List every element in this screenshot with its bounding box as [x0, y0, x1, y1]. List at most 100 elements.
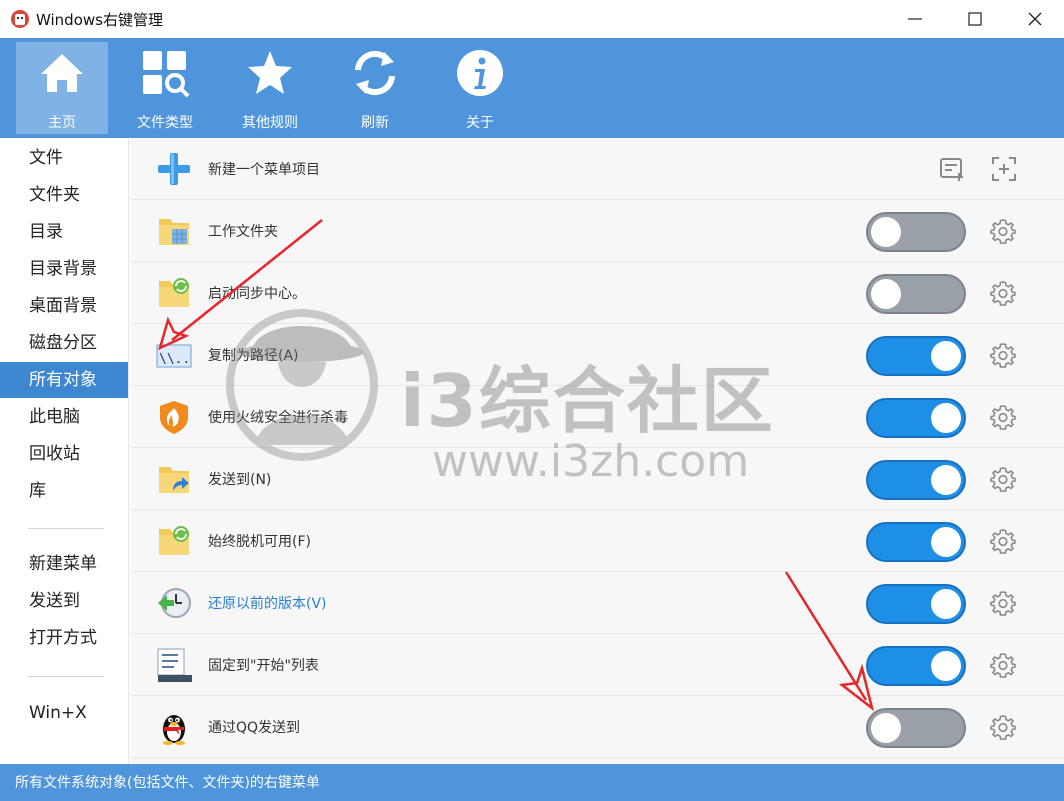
settings-gear-icon[interactable]	[990, 590, 1016, 616]
menu-item-row: 使用火绒安全进行杀毒	[130, 386, 1064, 448]
toolbar-refresh-label: 刷新	[361, 115, 389, 131]
sidebar-item-directory-background[interactable]: 目录背景	[0, 251, 128, 287]
sidebar-divider	[28, 676, 104, 677]
svg-text:\\...: \\...	[159, 352, 192, 367]
settings-gear-icon[interactable]	[990, 652, 1016, 678]
menu-item-row: 固定到"开始"列表	[130, 634, 1064, 696]
settings-gear-icon[interactable]	[990, 714, 1016, 740]
menu-item-row: \\... 复制为路径(A)	[130, 324, 1064, 386]
toolbar-file-types-button[interactable]: 文件类型	[119, 42, 211, 134]
toggle-knob	[871, 217, 901, 247]
settings-gear-icon[interactable]	[990, 466, 1016, 492]
new-menu-item-row[interactable]: 新建一个菜单项目	[130, 138, 1064, 200]
window-title: Windows右键管理	[36, 11, 163, 29]
toggle-knob	[931, 651, 961, 681]
menu-item-label: 发送到(N)	[208, 472, 272, 488]
offline-folder-icon	[159, 526, 189, 555]
huorong-shield-icon	[160, 401, 188, 434]
menu-item-toggle[interactable]	[866, 460, 966, 500]
new-menu-item-label: 新建一个菜单项目	[208, 162, 320, 178]
refresh-icon	[355, 50, 395, 96]
home-icon	[41, 54, 83, 92]
add-shell-item-icon[interactable]	[990, 155, 1018, 183]
menu-item-label: 始终脱机可用(F)	[208, 534, 311, 550]
menu-item-toggle[interactable]	[866, 212, 966, 252]
toolbar-home-label: 主页	[48, 115, 76, 131]
close-icon	[1028, 12, 1042, 26]
menu-item-label: 工作文件夹	[208, 224, 278, 240]
restore-clock-icon	[158, 588, 191, 618]
menu-item-row: 始终脱机可用(F)	[130, 510, 1064, 572]
sidebar: 文件 文件夹 目录 目录背景 桌面背景 磁盘分区 所有对象 此电脑 回收站 库 …	[0, 138, 129, 764]
menu-item-label: 通过QQ发送到	[208, 720, 301, 736]
app-icon	[11, 10, 29, 28]
minimize-button[interactable]	[884, 0, 946, 38]
sidebar-item-file[interactable]: 文件	[0, 140, 128, 176]
sidebar-item-library[interactable]: 库	[0, 473, 128, 509]
toggle-knob	[931, 341, 961, 371]
sidebar-item-open-with[interactable]: 打开方式	[0, 620, 128, 656]
settings-gear-icon[interactable]	[990, 280, 1016, 306]
settings-gear-icon[interactable]	[990, 528, 1016, 554]
maximize-icon	[968, 12, 982, 26]
add-text-item-icon[interactable]	[938, 155, 966, 183]
menu-item-label: 启动同步中心。	[208, 286, 306, 302]
toggle-knob	[871, 713, 901, 743]
sidebar-item-winx[interactable]: Win+X	[0, 695, 128, 731]
sidebar-item-folder[interactable]: 文件夹	[0, 177, 128, 213]
minimize-icon	[908, 18, 922, 20]
title-bar: Windows右键管理	[0, 0, 1064, 38]
context-menu-list: 新建一个菜单项目 工作文件夹 启动同步中心。 \\.. 复制为路径(A) 使用火…	[130, 138, 1064, 764]
settings-gear-icon[interactable]	[990, 342, 1016, 368]
file-types-icon	[143, 51, 190, 98]
sidebar-item-recycle-bin[interactable]: 回收站	[0, 436, 128, 472]
toolbar-home-button[interactable]: 主页	[16, 42, 108, 134]
close-button[interactable]	[1004, 0, 1064, 38]
menu-item-toggle[interactable]	[866, 336, 966, 376]
sync-folder-icon	[159, 278, 189, 307]
menu-item-label: 还原以前的版本(V)	[208, 596, 327, 612]
star-icon	[248, 51, 292, 94]
menu-item-label: 固定到"开始"列表	[208, 658, 319, 674]
menu-item-label: 复制为路径(A)	[208, 348, 299, 364]
sidebar-item-send-to[interactable]: 发送到	[0, 583, 128, 619]
sidebar-item-all-objects[interactable]: 所有对象	[0, 362, 128, 398]
send-to-folder-icon	[159, 467, 189, 493]
toolbar-refresh-button[interactable]: 刷新	[329, 42, 421, 134]
add-plus-icon	[158, 153, 190, 185]
status-bar: 所有文件系统对象(包括文件、文件夹)的右键菜单	[0, 764, 1064, 801]
sidebar-item-this-pc[interactable]: 此电脑	[0, 399, 128, 435]
toolbar-file-types-label: 文件类型	[137, 115, 193, 131]
sidebar-item-new-menu[interactable]: 新建菜单	[0, 546, 128, 582]
menu-item-row: 通过QQ发送到	[130, 696, 1064, 758]
toggle-knob	[871, 279, 901, 309]
settings-gear-icon[interactable]	[990, 404, 1016, 430]
copy-path-icon: \\...	[156, 344, 192, 368]
toolbar-about-button[interactable]: 关于	[434, 42, 526, 134]
menu-item-toggle[interactable]	[866, 274, 966, 314]
toggle-knob	[931, 465, 961, 495]
menu-item-toggle[interactable]	[866, 398, 966, 438]
maximize-button[interactable]	[944, 0, 1006, 38]
sidebar-item-disk-partition[interactable]: 磁盘分区	[0, 325, 128, 361]
menu-item-row: 还原以前的版本(V)	[130, 572, 1064, 634]
toolbar-other-rules-button[interactable]: 其他规则	[224, 42, 316, 134]
menu-item-row: 工作文件夹	[130, 200, 1064, 262]
toolbar: 主页 文件类型 其他规则 刷新 关于	[0, 38, 1064, 138]
menu-item-toggle[interactable]	[866, 708, 966, 748]
sidebar-divider	[28, 528, 104, 529]
menu-item-toggle[interactable]	[866, 584, 966, 624]
menu-item-label: 使用火绒安全进行杀毒	[208, 410, 348, 426]
info-icon	[457, 50, 503, 96]
sidebar-item-desktop-background[interactable]: 桌面背景	[0, 288, 128, 324]
menu-item-row: 发送到(N)	[130, 448, 1064, 510]
settings-gear-icon[interactable]	[990, 218, 1016, 244]
menu-item-toggle[interactable]	[866, 646, 966, 686]
pin-start-icon	[157, 648, 192, 682]
menu-item-toggle[interactable]	[866, 522, 966, 562]
sidebar-item-directory[interactable]: 目录	[0, 214, 128, 250]
toolbar-about-label: 关于	[466, 115, 494, 131]
toolbar-other-rules-label: 其他规则	[242, 115, 298, 131]
menu-item-row: 启动同步中心。	[130, 262, 1064, 324]
toggle-knob	[931, 527, 961, 557]
